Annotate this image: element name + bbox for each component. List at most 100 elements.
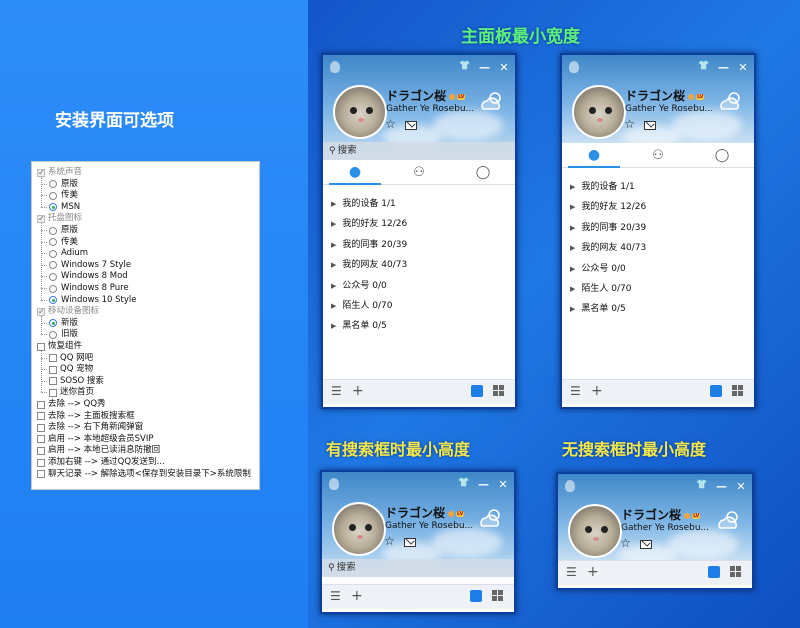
option-row[interactable]: QQ 宠物: [49, 364, 93, 375]
option-radio[interactable]: [49, 238, 57, 247]
nickname[interactable]: ドラゴン桜 LV: [385, 504, 465, 521]
tab-messages[interactable]: ◯: [690, 143, 754, 167]
nickname[interactable]: ドラゴン桜 LV: [625, 87, 705, 104]
signature[interactable]: Gather Ye Rosebu...: [625, 104, 713, 114]
option-row[interactable]: QQ 网吧: [49, 353, 93, 364]
skin-icon[interactable]: 👕: [458, 478, 469, 491]
weather-icon[interactable]: [476, 506, 504, 528]
nickname[interactable]: ドラゴン桜 LV: [386, 87, 466, 104]
search-input[interactable]: ⚲ 搜索: [322, 559, 514, 577]
contact-group[interactable]: ▶ 我的好友 12/26: [570, 199, 646, 212]
level-badge[interactable]: LV: [692, 512, 701, 519]
option-row[interactable]: 系统声音: [37, 167, 82, 178]
option-checkbox[interactable]: [49, 377, 57, 386]
option-row[interactable]: 去除 --> QQ秀: [37, 399, 106, 410]
option-checkbox[interactable]: [37, 446, 45, 455]
tab-messages[interactable]: ◯: [451, 160, 515, 184]
option-radio[interactable]: [49, 191, 57, 200]
option-radio[interactable]: [49, 261, 57, 270]
option-row[interactable]: Windows 8 Pure: [49, 283, 129, 294]
minimize-icon[interactable]: —: [478, 478, 489, 491]
add-icon[interactable]: +: [352, 384, 364, 398]
app-box-icon[interactable]: [470, 590, 482, 602]
option-checkbox[interactable]: [37, 458, 45, 467]
menu-icon[interactable]: ☰: [566, 566, 577, 578]
option-checkbox[interactable]: [37, 400, 45, 409]
contact-group[interactable]: ▶ 公众号 0/0: [570, 261, 626, 274]
contact-group[interactable]: ▶ 我的设备 1/1: [331, 196, 396, 209]
contact-group[interactable]: ▶ 黑名单 0/5: [570, 301, 626, 314]
option-radio[interactable]: [49, 284, 57, 293]
menu-icon[interactable]: ☰: [331, 385, 342, 397]
status-star-icon[interactable]: ☆: [620, 537, 631, 549]
skin-icon[interactable]: 👕: [696, 480, 707, 493]
minimize-icon[interactable]: —: [716, 480, 727, 493]
tab-groups[interactable]: ⚇: [626, 143, 690, 167]
option-checkbox[interactable]: [49, 388, 57, 397]
option-row[interactable]: 原版: [49, 179, 78, 190]
contact-group[interactable]: ▶ 我的同事 20/39: [331, 237, 407, 250]
option-checkbox[interactable]: [37, 435, 45, 444]
level-badge[interactable]: LV: [696, 93, 705, 100]
app-box-icon[interactable]: [708, 566, 720, 578]
weather-icon[interactable]: [716, 89, 744, 111]
option-checkbox[interactable]: [37, 412, 45, 421]
app-grid-icon[interactable]: [492, 590, 503, 601]
vip-badge-icon[interactable]: [449, 93, 456, 100]
option-row[interactable]: 去除 --> 主面板搜索框: [37, 411, 135, 422]
nickname[interactable]: ドラゴン桜 LV: [621, 506, 701, 523]
option-checkbox[interactable]: [37, 167, 45, 178]
option-radio[interactable]: [49, 319, 57, 328]
menu-icon[interactable]: ☰: [570, 385, 581, 397]
tab-contacts[interactable]: ●: [562, 143, 626, 168]
contact-group[interactable]: ▶ 陌生人 0/70: [570, 281, 632, 294]
option-row[interactable]: 恢复组件: [37, 341, 82, 352]
option-row[interactable]: 聊天记录 --> 解除选项<保存到安装目录下>系统限制: [37, 469, 251, 480]
add-icon[interactable]: +: [587, 565, 599, 579]
mail-icon[interactable]: [404, 538, 416, 547]
weather-icon[interactable]: [714, 508, 742, 530]
option-row[interactable]: SOSO 搜索: [49, 376, 104, 387]
contact-group[interactable]: ▶ 公众号 0/0: [331, 278, 387, 291]
status-star-icon[interactable]: ☆: [624, 118, 635, 130]
app-box-icon[interactable]: [471, 385, 483, 397]
status-star-icon[interactable]: ☆: [384, 535, 395, 547]
option-row[interactable]: 旧版: [49, 329, 78, 340]
option-radio[interactable]: [49, 330, 57, 339]
contact-group[interactable]: ▶ 我的网友 40/73: [570, 240, 646, 253]
option-row[interactable]: Windows 7 Style: [49, 260, 131, 271]
option-row[interactable]: Adium: [49, 248, 88, 259]
option-radio[interactable]: [49, 226, 57, 235]
contact-group[interactable]: ▶ 陌生人 0/70: [331, 298, 393, 311]
menu-icon[interactable]: ☰: [330, 590, 341, 602]
mail-icon[interactable]: [640, 540, 652, 549]
option-row[interactable]: MSN: [49, 202, 80, 213]
option-radio[interactable]: [49, 180, 57, 189]
avatar[interactable]: [333, 85, 387, 139]
contact-group[interactable]: ▶ 黑名单 0/5: [331, 318, 387, 331]
option-row[interactable]: 启用 --> 本地已读消息防撤回: [37, 445, 160, 456]
mail-icon[interactable]: [644, 121, 656, 130]
option-checkbox[interactable]: [37, 423, 45, 432]
skin-icon[interactable]: 👕: [459, 61, 470, 74]
close-icon[interactable]: ✕: [498, 478, 508, 491]
add-icon[interactable]: +: [591, 384, 603, 398]
signature[interactable]: Gather Ye Rosebu...: [385, 521, 473, 531]
option-radio[interactable]: [49, 296, 57, 305]
close-icon[interactable]: ✕: [499, 61, 509, 74]
weather-icon[interactable]: [477, 89, 505, 111]
option-radio[interactable]: [49, 272, 57, 281]
option-row[interactable]: 移动设备图标: [37, 306, 99, 317]
vip-badge-icon[interactable]: [684, 512, 691, 519]
option-checkbox[interactable]: [49, 354, 57, 363]
option-checkbox[interactable]: [37, 213, 45, 224]
option-row[interactable]: 原版: [49, 225, 78, 236]
close-icon[interactable]: ✕: [738, 61, 748, 74]
skin-icon[interactable]: 👕: [698, 61, 709, 74]
app-grid-icon[interactable]: [493, 385, 504, 396]
status-star-icon[interactable]: ☆: [385, 118, 396, 130]
vip-badge-icon[interactable]: [688, 93, 695, 100]
avatar[interactable]: [568, 504, 622, 558]
tab-groups[interactable]: ⚇: [387, 160, 451, 184]
contact-group[interactable]: ▶ 我的网友 40/73: [331, 257, 407, 270]
